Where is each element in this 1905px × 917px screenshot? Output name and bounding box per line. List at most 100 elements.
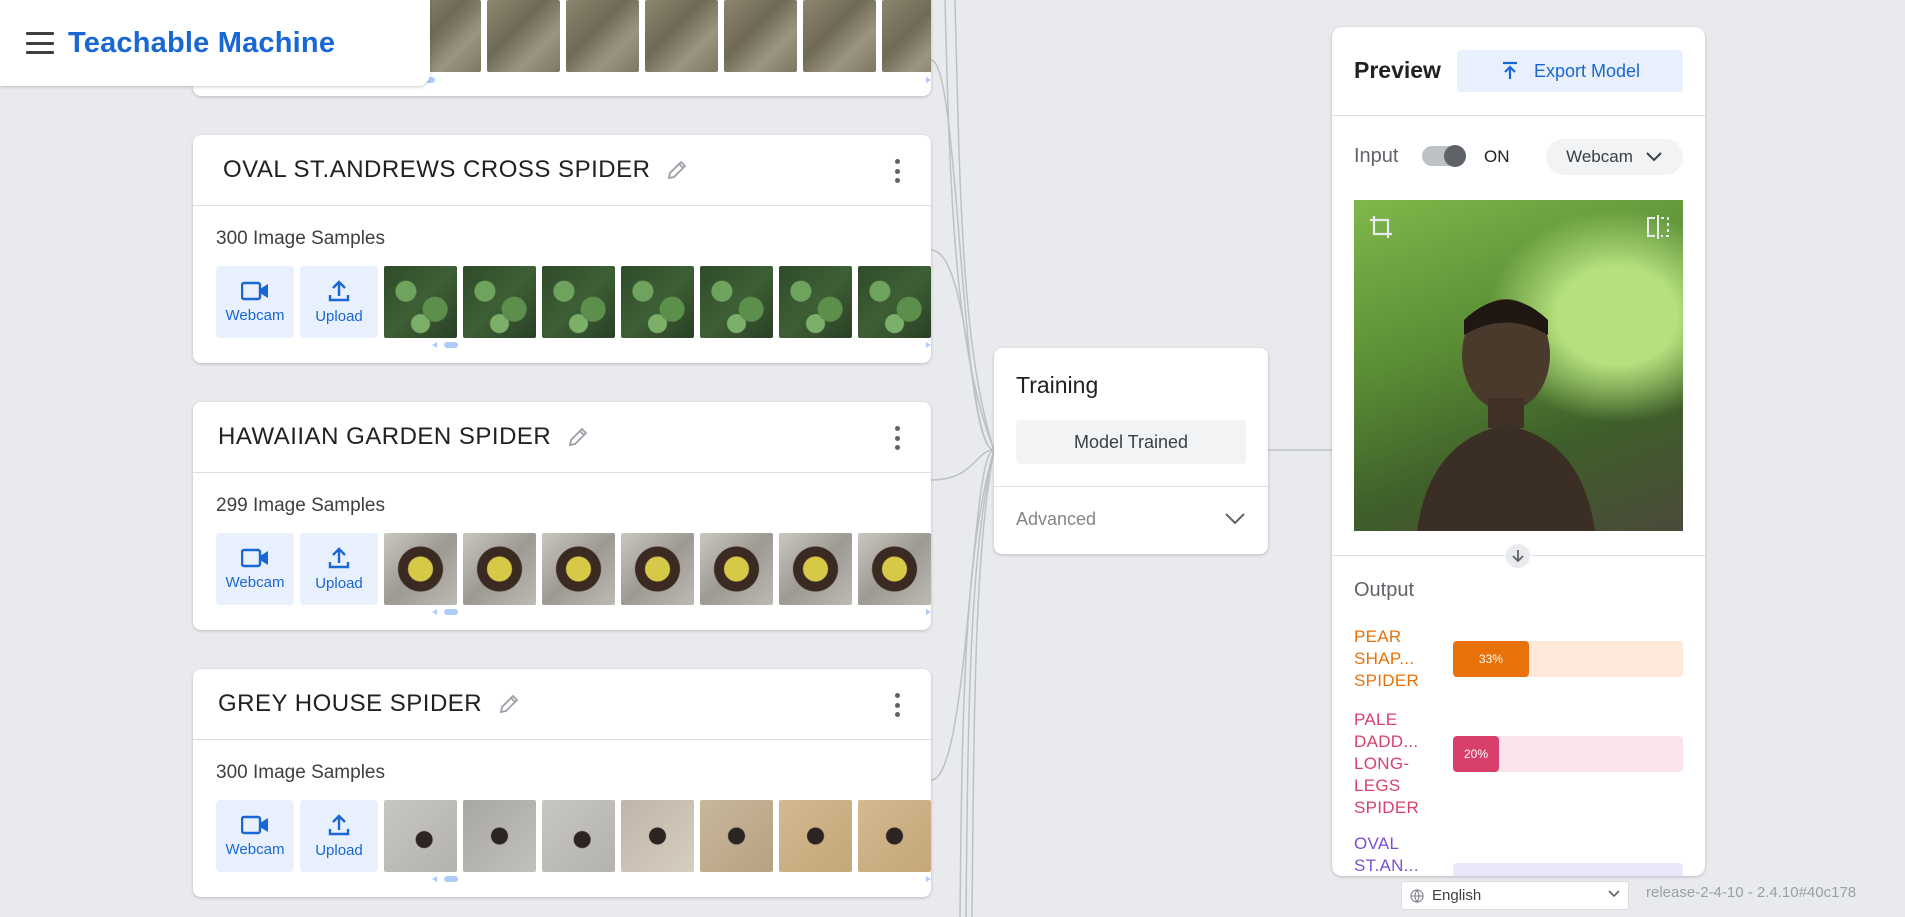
class-card: GREY HOUSE SPIDER 300 Image Samples Webc… [193, 669, 931, 897]
preview-title: Preview [1354, 57, 1441, 83]
app-header: Teachable Machine [0, 0, 430, 86]
input-source-select[interactable]: Webcam [1546, 139, 1683, 175]
sample-count: 300 Image Samples [216, 762, 385, 783]
language-select[interactable]: English [1401, 881, 1629, 910]
sample-thumbnails [408, 0, 931, 72]
sample-thumbnail [542, 533, 615, 605]
sample-thumbnail [621, 800, 694, 872]
chevron-down-icon [1225, 513, 1245, 525]
sample-thumbnail [779, 266, 852, 338]
confidence-bar-fill: 20% [1453, 736, 1499, 772]
arrow-down-icon [1506, 544, 1530, 568]
upload-icon [328, 813, 350, 835]
sample-thumbnail [858, 266, 931, 338]
export-icon [1502, 61, 1517, 79]
sample-thumbnail [542, 266, 615, 338]
upload-button-label: Upload [315, 841, 363, 859]
more-options-icon[interactable] [893, 159, 901, 183]
class-card: OVAL ST.ANDREWS CROSS SPIDER 300 Image S… [193, 135, 931, 363]
divider [994, 486, 1268, 487]
edit-pencil-icon[interactable] [496, 691, 522, 717]
video-camera-icon [241, 281, 268, 300]
class-name[interactable]: GREY HOUSE SPIDER [218, 690, 482, 718]
confidence-bar-track [1453, 863, 1683, 876]
sample-thumbnail [779, 800, 852, 872]
sample-thumbnail [803, 0, 876, 72]
sample-thumbnail [700, 266, 773, 338]
upload-icon [328, 279, 350, 301]
upload-button-label: Upload [315, 307, 363, 325]
sample-thumbnail [700, 800, 773, 872]
video-camera-icon [241, 548, 268, 567]
sample-thumbnail [463, 266, 536, 338]
webcam-preview [1354, 200, 1683, 531]
sample-scrollbar[interactable] [216, 609, 931, 615]
sample-thumbnail [858, 800, 931, 872]
webcam-button[interactable]: Webcam [216, 533, 294, 605]
advanced-toggle[interactable]: Advanced [1016, 504, 1246, 534]
preview-panel: Preview Export Model Input ON Webcam Out… [1332, 27, 1705, 876]
input-toggle-state: ON [1484, 147, 1510, 166]
webcam-button-label: Webcam [225, 306, 285, 324]
flip-icon[interactable] [1645, 214, 1671, 240]
upload-button[interactable]: Upload [300, 800, 378, 872]
sample-thumbnail [384, 533, 457, 605]
sample-scrollbar[interactable] [216, 342, 931, 348]
upload-button[interactable]: Upload [300, 266, 378, 338]
export-model-button[interactable]: Export Model [1457, 50, 1683, 92]
training-title: Training [1016, 372, 1099, 398]
class-name[interactable]: HAWAIIAN GARDEN SPIDER [218, 423, 551, 451]
more-options-icon[interactable] [893, 426, 901, 450]
edit-pencil-icon[interactable] [565, 424, 591, 450]
confidence-bar-track: 20% [1453, 736, 1683, 772]
chevron-down-icon [1646, 152, 1662, 162]
output-class-label: OVAL ST.AN... [1354, 834, 1419, 875]
release-version: release-2-4-10 - 2.4.10#40c178 [1646, 884, 1857, 901]
sample-thumbnail [487, 0, 560, 72]
input-source-value: Webcam [1566, 147, 1633, 166]
sample-thumbnail [384, 266, 457, 338]
upload-button-label: Upload [315, 574, 363, 592]
sample-thumbnail [463, 533, 536, 605]
webcam-button[interactable]: Webcam [216, 800, 294, 872]
sample-thumbnail [779, 533, 852, 605]
chevron-down-icon [1608, 890, 1620, 898]
sample-thumbnail [882, 0, 931, 72]
app-title[interactable]: Teachable Machine [68, 27, 335, 60]
more-options-icon[interactable] [893, 693, 901, 717]
sample-count: 300 Image Samples [216, 228, 385, 249]
globe-icon [1410, 888, 1424, 903]
webcam-button-label: Webcam [225, 840, 285, 858]
confidence-bar-track: 33% [1453, 641, 1683, 677]
advanced-label: Advanced [1016, 508, 1097, 529]
sample-thumbnail [463, 800, 536, 872]
class-card: HAWAIIAN GARDEN SPIDER 299 Image Samples… [193, 402, 931, 630]
output-class-label: PALE DADD... LONG-LEGS SPIDER [1354, 710, 1420, 817]
output-class-label: PEAR SHAP... SPIDER [1354, 627, 1420, 690]
training-panel: Training Model Trained Advanced [994, 348, 1268, 554]
sample-thumbnail [724, 0, 797, 72]
class-name[interactable]: OVAL ST.ANDREWS CROSS SPIDER [223, 156, 650, 184]
sample-thumbnail [384, 800, 457, 872]
hamburger-menu-icon[interactable] [26, 32, 54, 54]
upload-icon [328, 546, 350, 568]
export-model-label: Export Model [1533, 60, 1641, 81]
train-model-button[interactable]: Model Trained [1016, 420, 1246, 464]
video-camera-icon [241, 815, 268, 834]
divider [1332, 115, 1705, 116]
confidence-bar-fill: 33% [1453, 641, 1529, 677]
sample-count: 299 Image Samples [216, 495, 385, 516]
webcam-button[interactable]: Webcam [216, 266, 294, 338]
edit-pencil-icon[interactable] [664, 157, 690, 183]
sample-thumbnail [700, 533, 773, 605]
sample-thumbnail [645, 0, 718, 72]
crop-icon[interactable] [1368, 214, 1394, 240]
upload-button[interactable]: Upload [300, 533, 378, 605]
sample-thumbnail [858, 533, 931, 605]
webcam-button-label: Webcam [225, 573, 285, 591]
input-toggle[interactable] [1422, 145, 1466, 167]
sample-thumbnail [542, 800, 615, 872]
webcam-person [1417, 299, 1595, 531]
sample-scrollbar[interactable] [216, 876, 931, 882]
language-value: English [1432, 887, 1482, 904]
